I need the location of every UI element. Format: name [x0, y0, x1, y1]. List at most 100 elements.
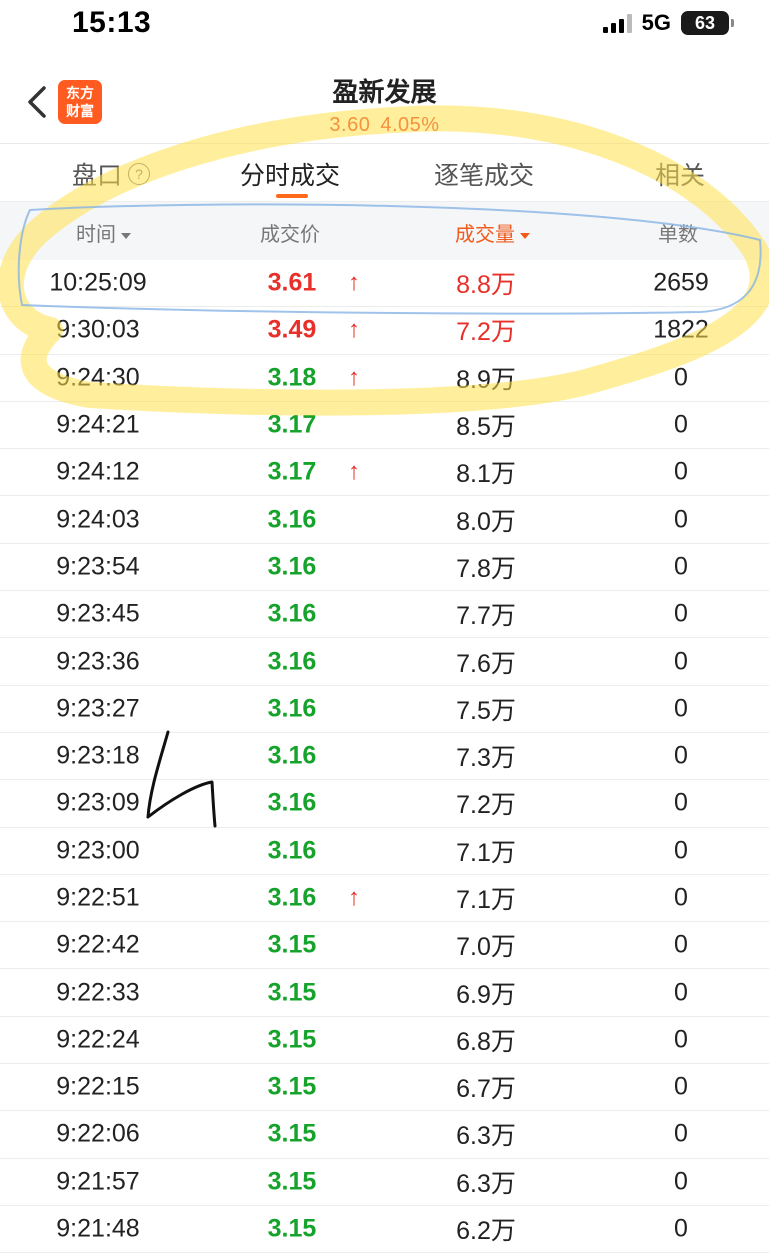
trade-time: 9:23:09: [56, 788, 140, 817]
table-row[interactable]: 9:22:33 3.15 6.9万 0: [0, 969, 769, 1017]
trade-price: 3.16: [267, 552, 317, 581]
trade-volume: 7.2万: [456, 318, 516, 347]
tab-related[interactable]: 相关: [655, 156, 705, 192]
table-row[interactable]: 9:21:48 3.15 6.2万 0: [0, 1206, 769, 1254]
trade-count: 0: [674, 883, 688, 912]
table-row[interactable]: 9:23:18 3.16 7.3万 0: [0, 733, 769, 781]
trade-volume: 7.3万: [456, 744, 516, 773]
network-type: 5G: [641, 10, 671, 35]
table-row[interactable]: 9:24:12 3.17 ↑ 8.1万 0: [0, 449, 769, 497]
trade-count: 0: [674, 1167, 688, 1196]
trade-time: 9:22:15: [56, 1072, 140, 1101]
trade-time: 9:24:21: [56, 410, 140, 439]
table-row[interactable]: 9:21:57 3.15 6.3万 0: [0, 1159, 769, 1206]
trade-price: 3.16: [267, 505, 317, 534]
table-row[interactable]: 10:25:09 3.61 ↑ 8.8万 2659: [0, 260, 769, 308]
trade-time: 9:21:48: [56, 1214, 140, 1243]
help-icon[interactable]: ?: [128, 163, 151, 185]
trade-count: 0: [674, 930, 688, 959]
up-arrow-icon: ↑: [348, 458, 360, 486]
trade-price: 3.15: [267, 1119, 317, 1148]
tab-tick-trades[interactable]: 逐笔成交: [434, 156, 534, 192]
trade-price: 3.15: [267, 978, 317, 1007]
table-row[interactable]: 9:23:09 3.16 7.2万 0: [0, 780, 769, 828]
trade-volume: 8.5万: [456, 413, 516, 442]
trade-volume: 7.1万: [456, 838, 516, 867]
table-row[interactable]: 9:30:03 3.49 ↑ 7.2万 1822: [0, 307, 769, 355]
trade-volume: 6.7万: [456, 1075, 516, 1104]
trade-time: 10:25:09: [49, 268, 147, 297]
trade-time: 9:23:27: [56, 694, 140, 723]
table-header: 时间 成交价 成交量 单数: [0, 202, 769, 260]
trade-volume: 6.2万: [456, 1217, 516, 1246]
trade-count: 0: [674, 1072, 688, 1101]
trade-price: 3.16: [267, 647, 317, 676]
trade-volume: 6.9万: [456, 980, 516, 1009]
table-row[interactable]: 9:22:42 3.15 7.0万 0: [0, 922, 769, 970]
trade-price: 3.17: [267, 457, 317, 486]
tab-order-book[interactable]: 盘口 ?: [72, 156, 151, 192]
table-row[interactable]: 9:22:06 3.15 6.3万 0: [0, 1111, 769, 1159]
trade-price: 3.15: [267, 1025, 317, 1054]
trade-volume: 8.9万: [456, 365, 516, 394]
trade-price: 3.16: [267, 599, 317, 628]
trade-price: 3.49: [267, 315, 317, 344]
table-row[interactable]: 9:24:30 3.18 ↑ 8.9万 0: [0, 355, 769, 402]
trade-count: 0: [674, 363, 688, 392]
tab-time-trades[interactable]: 分时成交: [240, 156, 340, 192]
trade-price: 3.16: [267, 788, 317, 817]
table-row[interactable]: 9:22:24 3.15 6.8万 0: [0, 1017, 769, 1065]
trade-price: 3.17: [267, 410, 317, 439]
trade-volume: 7.7万: [456, 602, 516, 631]
table-row[interactable]: 9:23:27 3.16 7.5万 0: [0, 686, 769, 733]
trade-price: 3.18: [267, 363, 317, 392]
trade-count: 1822: [653, 315, 709, 344]
trade-volume: 7.5万: [456, 696, 516, 725]
table-row[interactable]: 9:24:03 3.16 8.0万 0: [0, 496, 769, 544]
trade-count: 0: [674, 978, 688, 1007]
trade-count: 0: [674, 410, 688, 439]
column-header-volume[interactable]: 成交量: [455, 218, 530, 247]
trade-count: 0: [674, 599, 688, 628]
trade-count: 0: [674, 694, 688, 723]
trade-price: 3.15: [267, 930, 317, 959]
trade-time: 9:22:51: [56, 883, 140, 912]
trade-price: 3.16: [267, 741, 317, 770]
column-header-time[interactable]: 时间: [76, 218, 131, 247]
tab-bar: 盘口 ? 分时成交 逐笔成交 相关: [0, 144, 769, 202]
table-row[interactable]: 9:22:51 3.16 ↑ 7.1万 0: [0, 875, 769, 923]
trade-time: 9:22:33: [56, 978, 140, 1007]
trade-time: 9:24:03: [56, 505, 140, 534]
trade-volume: 8.0万: [456, 507, 516, 536]
trade-volume: 6.8万: [456, 1027, 516, 1056]
trade-count: 0: [674, 1214, 688, 1243]
status-bar: 15:13 5G 63: [0, 0, 769, 50]
trade-volume: 7.2万: [456, 791, 516, 820]
trade-time: 9:23:45: [56, 599, 140, 628]
trade-count: 0: [674, 647, 688, 676]
trade-time: 9:22:06: [56, 1119, 140, 1148]
sort-caret-icon: [121, 232, 131, 239]
trade-list: 10:25:09 3.61 ↑ 8.8万 2659 9:30:03 3.49 ↑ 7.2万 182…: [0, 260, 769, 1254]
table-row[interactable]: 9:23:45 3.16 7.7万 0: [0, 591, 769, 639]
trade-volume: 7.8万: [456, 554, 516, 583]
up-arrow-icon: ↑: [348, 363, 360, 391]
table-row[interactable]: 9:22:15 3.15 6.7万 0: [0, 1064, 769, 1112]
up-arrow-icon: ↑: [348, 884, 360, 911]
table-row[interactable]: 9:23:36 3.16 7.6万 0: [0, 638, 769, 686]
signal-icon: [602, 13, 632, 33]
table-row[interactable]: 9:23:54 3.16 7.8万 0: [0, 544, 769, 592]
stock-price: 3.60: [329, 114, 371, 136]
trade-time: 9:23:00: [56, 836, 140, 865]
trade-time: 9:24:30: [56, 363, 140, 392]
active-tab-indicator: [276, 194, 308, 198]
trade-count: 0: [674, 836, 688, 865]
trade-time: 9:22:42: [56, 930, 140, 959]
trade-volume: 8.8万: [456, 271, 516, 300]
stock-quote: 3.60 4.05%: [0, 114, 769, 137]
trade-count: 0: [674, 788, 688, 817]
trade-count: 0: [674, 457, 688, 486]
stock-change-pct: 4.05%: [380, 114, 440, 136]
table-row[interactable]: 9:23:00 3.16 7.1万 0: [0, 828, 769, 875]
table-row[interactable]: 9:24:21 3.17 8.5万 0: [0, 402, 769, 450]
